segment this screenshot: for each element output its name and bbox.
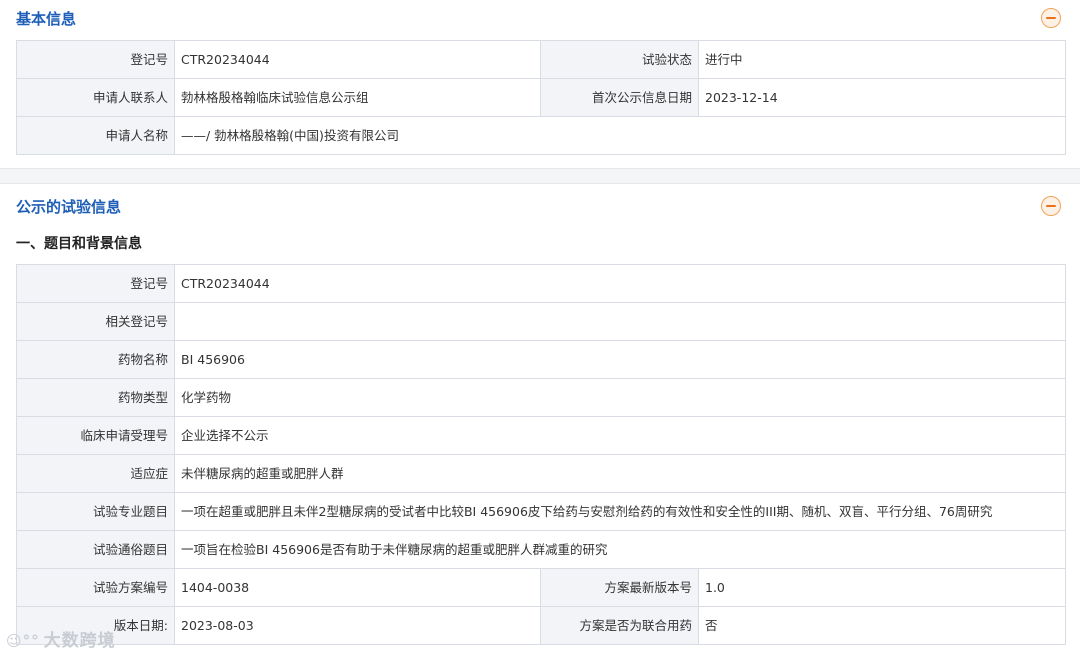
row-label: 试验通俗题目 — [17, 531, 175, 568]
table-row: 申请人联系人 勃林格殷格翰临床试验信息公示组 首次公示信息日期 2023-12-… — [17, 79, 1065, 117]
row-label: 申请人名称 — [17, 117, 175, 154]
row-value: 一项在超重或肥胖且未伴2型糖尿病的受试者中比较BI 456906皮下给药与安慰剂… — [181, 504, 993, 519]
watermark: ☺°° 大数跨境 — [6, 626, 116, 651]
row-value: 1.0 — [705, 580, 725, 595]
row-label: 试验专业题目 — [17, 493, 175, 530]
table-row: 申请人名称 ——/ 勃林格殷格翰(中国)投资有限公司 — [17, 117, 1065, 155]
row-label: 试验状态 — [541, 41, 699, 78]
row-label: 临床申请受理号 — [17, 417, 175, 454]
collapse-trial-info-icon[interactable] — [1041, 196, 1061, 216]
trial-info-table: 登记号 CTR20234044 相关登记号 药物名称 BI 456906 药物类… — [16, 264, 1066, 645]
row-label: 适应症 — [17, 455, 175, 492]
row-value: 一项旨在检验BI 456906是否有助于未伴糖尿病的超重或肥胖人群减重的研究 — [181, 542, 608, 557]
row-value: 1404-0038 — [175, 569, 541, 606]
row-label: 药物类型 — [17, 379, 175, 416]
row-value: BI 456906 — [181, 352, 245, 367]
table-row: 药物名称 BI 456906 — [17, 341, 1065, 379]
row-value: 化学药物 — [181, 390, 232, 405]
row-value: ——/ 勃林格殷格翰(中国)投资有限公司 — [181, 128, 399, 143]
row-label: 登记号 — [17, 265, 175, 302]
watermark-logo-icon: ☺°° — [6, 632, 40, 650]
row-label: 试验方案编号 — [17, 569, 175, 606]
row-value: CTR20234044 — [181, 276, 270, 291]
row-label: 方案是否为联合用药 — [541, 607, 699, 644]
basic-info-table: 登记号 CTR20234044 试验状态 进行中 申请人联系人 勃林格殷格翰临床… — [16, 40, 1066, 155]
row-label: 登记号 — [17, 41, 175, 78]
row-value: CTR20234044 — [175, 41, 541, 78]
row-value: 2023-12-14 — [705, 90, 778, 105]
basic-info-title: 基本信息 — [16, 10, 77, 28]
row-label: 方案最新版本号 — [541, 569, 699, 606]
row-label: 申请人联系人 — [17, 79, 175, 116]
table-row: 版本日期: 2023-08-03 方案是否为联合用药 否 — [17, 607, 1065, 645]
row-label: 药物名称 — [17, 341, 175, 378]
watermark-text: 大数跨境 — [43, 631, 116, 651]
row-value: 2023-08-03 — [175, 607, 541, 644]
table-row: 临床申请受理号 企业选择不公示 — [17, 417, 1065, 455]
collapse-basic-info-icon[interactable] — [1041, 8, 1061, 28]
table-row: 登记号 CTR20234044 — [17, 265, 1065, 303]
trial-info-title: 公示的试验信息 — [16, 198, 122, 216]
table-row: 试验通俗题目 一项旨在检验BI 456906是否有助于未伴糖尿病的超重或肥胖人群… — [17, 531, 1065, 569]
row-value: 进行中 — [705, 52, 743, 67]
table-row: 试验专业题目 一项在超重或肥胖且未伴2型糖尿病的受试者中比较BI 456906皮… — [17, 493, 1065, 531]
table-row: 试验方案编号 1404-0038 方案最新版本号 1.0 — [17, 569, 1065, 607]
row-label: 首次公示信息日期 — [541, 79, 699, 116]
row-label: 相关登记号 — [17, 303, 175, 340]
table-row: 药物类型 化学药物 — [17, 379, 1065, 417]
row-value — [175, 303, 1065, 340]
table-row: 登记号 CTR20234044 试验状态 进行中 — [17, 41, 1065, 79]
background-subtitle: 一、题目和背景信息 — [16, 236, 142, 252]
table-row: 适应症 未伴糖尿病的超重或肥胖人群 — [17, 455, 1065, 493]
table-row: 相关登记号 — [17, 303, 1065, 341]
row-value: 企业选择不公示 — [181, 428, 269, 443]
row-value: 未伴糖尿病的超重或肥胖人群 — [181, 466, 344, 481]
section-divider — [0, 168, 1080, 184]
row-value: 勃林格殷格翰临床试验信息公示组 — [175, 79, 541, 116]
row-value: 否 — [705, 618, 718, 633]
